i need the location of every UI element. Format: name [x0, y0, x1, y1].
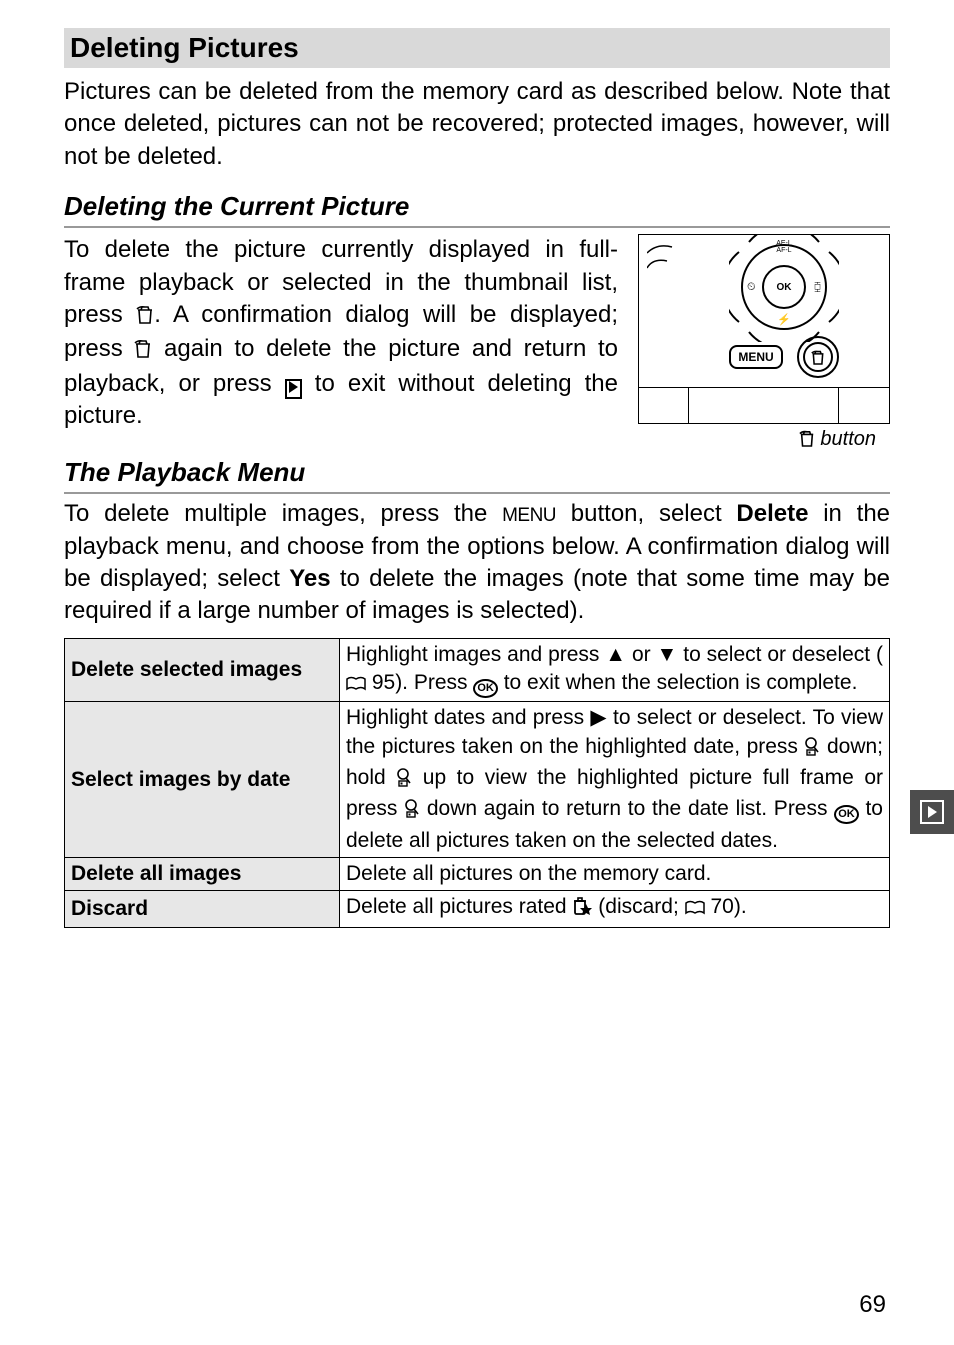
- camera-bottom-strip: [639, 387, 889, 423]
- row-label: Delete selected images: [65, 638, 340, 702]
- row-desc: Delete all pictures rated (discard; 70).: [340, 891, 890, 927]
- play-icon: [920, 800, 944, 824]
- zoom-icon: [404, 798, 420, 826]
- zoom-icon: [396, 767, 412, 795]
- row-desc: Highlight images and press ▲ or ▼ to sel…: [340, 638, 890, 702]
- trash-icon: [811, 349, 825, 365]
- trash-icon: [134, 335, 152, 367]
- trash-icon: [799, 429, 815, 453]
- table-row: Select images by date Highlight dates an…: [65, 702, 890, 858]
- decorative-lines: [647, 243, 697, 293]
- current-picture-row: To delete the picture currently displaye…: [64, 234, 890, 453]
- table-row: Discard Delete all pictures rated (disca…: [65, 891, 890, 927]
- playback-menu-paragraph: To delete multiple images, press the MEN…: [64, 498, 890, 628]
- menu-glyph: MENU: [502, 503, 556, 529]
- text: button, select: [556, 500, 736, 527]
- play-icon: [285, 379, 302, 399]
- section-intro: Pictures can be deleted from the memory …: [64, 76, 890, 173]
- text: down again to return to the date list. P…: [420, 797, 834, 820]
- ok-label: OK: [777, 282, 792, 293]
- ok-icon: OK: [473, 679, 498, 698]
- menu-button-icon: MENU: [729, 345, 782, 369]
- dpad-icon: OK AE-LAF-L ⏲ ⧮ ⚡: [741, 244, 827, 330]
- book-icon: [685, 895, 705, 923]
- row-desc: Highlight dates and press ▶ to select or…: [340, 702, 890, 858]
- zoom-icon: [804, 736, 820, 764]
- text: Delete all pictures rated: [346, 895, 572, 918]
- text: To delete multiple images, press the: [64, 500, 502, 527]
- trash-button-inner: [803, 342, 833, 372]
- yes-bold: Yes: [289, 565, 330, 592]
- exposure-comp-icon: ⧮: [814, 281, 821, 294]
- af-l-label: AF-L: [776, 247, 791, 254]
- subheading-playback-menu: The Playback Menu: [64, 457, 890, 494]
- table-row: Delete all images Delete all pictures on…: [65, 858, 890, 891]
- ae-l-label: AE-L: [776, 240, 792, 247]
- row-label: Select images by date: [65, 702, 340, 858]
- options-table: Delete selected images Highlight images …: [64, 638, 890, 928]
- section-title: Deleting Pictures: [64, 28, 890, 68]
- page: Deleting Pictures Pictures can be delete…: [0, 0, 954, 1345]
- row-desc: Delete all pictures on the memory card.: [340, 858, 890, 891]
- row-label: Delete all images: [65, 858, 340, 891]
- row-label: Discard: [65, 891, 340, 927]
- side-tab-playback: [910, 790, 954, 834]
- text: Highlight dates and press ▶ to select or…: [346, 706, 883, 757]
- delete-bold: Delete: [736, 500, 808, 527]
- book-icon: [346, 671, 366, 699]
- figure-column: OK AE-LAF-L ⏲ ⧮ ⚡: [630, 234, 890, 453]
- text: (discard;: [592, 895, 684, 918]
- caption-text: button: [815, 428, 876, 450]
- page-number: 69: [859, 1291, 886, 1319]
- text: 95). Press: [366, 671, 473, 694]
- trash-button-outer: [797, 336, 839, 378]
- flash-icon: ⚡: [777, 313, 791, 326]
- trash-icon: [136, 301, 154, 333]
- current-picture-text: To delete the picture currently displaye…: [64, 234, 618, 453]
- ok-icon: OK: [834, 805, 859, 824]
- subheading-current-picture: Deleting the Current Picture: [64, 191, 890, 228]
- text: Highlight images and press ▲ or ▼ to sel…: [346, 643, 883, 666]
- discard-rating-icon: [572, 896, 592, 924]
- text: to exit when the selection is complete.: [498, 671, 858, 694]
- self-timer-icon: ⏲: [747, 281, 756, 294]
- table-row: Delete selected images Highlight images …: [65, 638, 890, 702]
- camera-illustration: OK AE-LAF-L ⏲ ⧮ ⚡: [638, 234, 890, 424]
- figure-caption: button: [799, 428, 876, 453]
- text: 70).: [705, 895, 747, 918]
